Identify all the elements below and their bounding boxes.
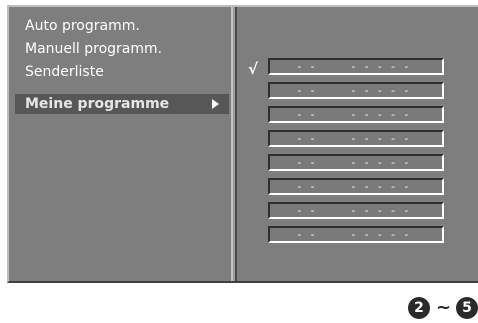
step-indicator: 2 ~ 5 xyxy=(408,297,478,321)
slot-channel: - - xyxy=(296,60,316,73)
submenu-arrow-icon xyxy=(212,99,219,109)
slot-channel: - - xyxy=(296,132,316,145)
program-slot[interactable]: - - - - - - - xyxy=(268,178,444,195)
menu-item-label: Manuell programm. xyxy=(25,41,163,57)
slot-name: - - - - - xyxy=(350,204,410,217)
slot-channel: - - xyxy=(296,84,316,97)
program-slot[interactable]: - - - - - - - xyxy=(268,130,444,147)
program-slot[interactable]: - - - - - - - xyxy=(268,82,444,99)
slot-name: - - - - - xyxy=(350,156,410,169)
menu-item-senderliste[interactable]: Senderliste xyxy=(15,62,229,82)
slot-name: - - - - - xyxy=(350,108,410,121)
menu-item-auto-programm[interactable]: Auto programm. xyxy=(15,16,229,36)
slot-channel: - - xyxy=(296,180,316,193)
slot-name: - - - - - xyxy=(350,84,410,97)
program-slot[interactable]: - - - - - - - xyxy=(268,226,444,243)
checkmark-icon: √ xyxy=(248,60,259,78)
slot-channel: - - xyxy=(296,228,316,241)
program-slot[interactable]: - - - - - - - xyxy=(268,58,444,75)
slot-channel: - - xyxy=(296,108,316,121)
menu-item-meine-programme[interactable]: Meine programme xyxy=(15,94,229,114)
slot-channel: - - xyxy=(296,204,316,217)
step-end-badge: 5 xyxy=(456,297,478,319)
program-slot[interactable]: - - - - - - - xyxy=(268,106,444,123)
panel-divider xyxy=(231,7,237,281)
slot-name: - - - - - xyxy=(350,180,410,193)
menu-item-label: Auto programm. xyxy=(25,18,140,34)
menu-item-label: Senderliste xyxy=(25,64,104,80)
slot-name: - - - - - xyxy=(350,228,410,241)
step-separator: ~ xyxy=(436,297,452,318)
step-start-badge: 2 xyxy=(408,297,430,319)
menu-panel: Auto programm. Manuell programm. Senderl… xyxy=(7,5,478,283)
menu-item-label: Meine programme xyxy=(25,96,170,112)
menu-item-manuell-programm[interactable]: Manuell programm. xyxy=(15,39,229,59)
main-menu: Auto programm. Manuell programm. Senderl… xyxy=(9,7,231,281)
program-slot[interactable]: - - - - - - - xyxy=(268,202,444,219)
program-slot[interactable]: - - - - - - - xyxy=(268,154,444,171)
slot-channel: - - xyxy=(296,156,316,169)
slot-name: - - - - - xyxy=(350,60,410,73)
slot-name: - - - - - xyxy=(350,132,410,145)
